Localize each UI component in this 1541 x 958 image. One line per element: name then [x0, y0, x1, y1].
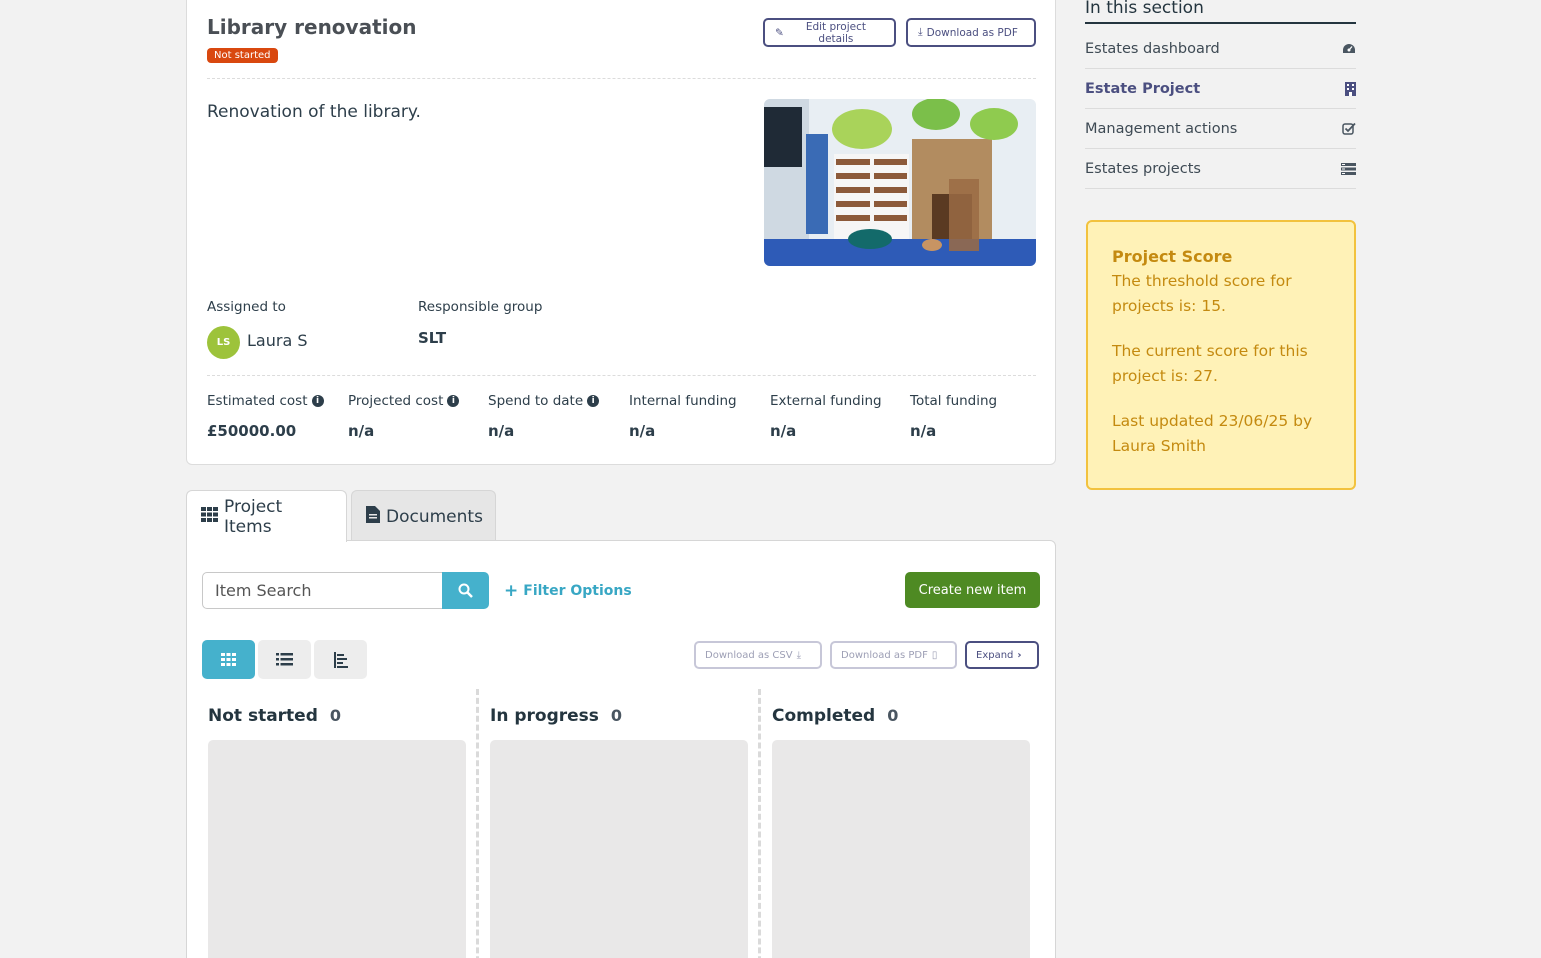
sidebar-item-management-actions[interactable]: Management actions — [1085, 109, 1356, 149]
responsible-group-value: SLT — [418, 329, 447, 347]
divider — [207, 375, 1036, 376]
sidebar-item-label: Management actions — [1085, 120, 1238, 137]
assignee-name: Laura S — [247, 331, 308, 350]
sidebar-item-estates-dashboard[interactable]: Estates dashboard — [1085, 29, 1356, 69]
estimated-cost-label: Estimated cost i — [207, 393, 324, 409]
column-header-completed: Completed 0 — [772, 706, 898, 726]
responsible-group-label: Responsible group — [418, 299, 543, 315]
plus-icon: + — [504, 581, 519, 601]
internal-funding-label: Internal funding — [629, 393, 737, 409]
checkbox-icon — [1342, 122, 1356, 135]
project-description: Renovation of the library. — [207, 102, 421, 122]
sidebar-item-estate-project[interactable]: Estate Project — [1085, 69, 1356, 109]
external-funding-value: n/a — [770, 422, 797, 440]
create-new-item-button[interactable]: Create new item — [905, 572, 1040, 608]
projected-cost-value: n/a — [348, 422, 375, 440]
project-items-panel: + Filter Options Create new item Downloa… — [186, 540, 1056, 958]
project-card: Library renovation Not started ✎ Edit pr… — [186, 0, 1056, 465]
divider — [207, 78, 1036, 79]
search-button[interactable] — [442, 572, 489, 609]
column-title: In progress — [490, 706, 599, 726]
external-funding-label: External funding — [770, 393, 882, 409]
edit-project-button[interactable]: ✎ Edit project details — [763, 18, 896, 47]
spend-to-date-value: n/a — [488, 422, 515, 440]
info-icon[interactable]: i — [447, 395, 460, 407]
gantt-icon — [333, 651, 348, 668]
estimated-cost-value: £50000.00 — [207, 422, 297, 440]
info-icon[interactable]: i — [311, 395, 324, 407]
column-title: Completed — [772, 706, 876, 726]
filter-options-button[interactable]: + Filter Options — [504, 581, 632, 601]
chevron-right-icon: › — [1017, 649, 1022, 661]
tab-label: Documents — [386, 506, 483, 527]
file-icon — [366, 505, 380, 528]
board-view-button[interactable] — [202, 640, 255, 679]
sidebar-item-label: Estates dashboard — [1085, 40, 1220, 57]
column-count: 0 — [887, 706, 899, 725]
current-score-text: The current score for this project is: 2… — [1112, 342, 1308, 385]
sidebar-item-estates-projects[interactable]: Estates projects — [1085, 149, 1356, 189]
download-csv-label: Download as CSV — [705, 649, 793, 661]
item-search-input[interactable] — [202, 572, 443, 609]
column-divider — [758, 689, 761, 958]
internal-funding-value: n/a — [629, 422, 656, 440]
list-icon — [276, 653, 293, 666]
pencil-icon: ✎ — [775, 26, 784, 39]
column-divider — [476, 689, 479, 958]
download-pdf-items-label: Download as PDF — [841, 649, 928, 661]
column-header-not-started: Not started 0 — [208, 706, 341, 726]
project-score-panel: Project Score The threshold score for pr… — [1086, 220, 1356, 490]
last-updated-text: Last updated 23/06/25 by Laura Smith — [1112, 412, 1313, 455]
avatar: LS — [207, 326, 240, 359]
project-score-title: Project Score — [1112, 247, 1233, 266]
assigned-to-label: Assigned to — [207, 299, 286, 315]
download-icon: ⤓ — [796, 649, 801, 661]
list-icon — [1341, 162, 1356, 175]
total-funding-value: n/a — [910, 422, 937, 440]
project-image — [764, 99, 1036, 266]
sidebar-item-label: Estates projects — [1085, 160, 1201, 177]
building-icon — [1345, 81, 1356, 96]
info-icon[interactable]: i — [587, 395, 600, 407]
section-nav-title: In this section — [1085, 0, 1204, 18]
column-title: Not started — [208, 706, 318, 726]
expand-button[interactable]: Expand › — [965, 641, 1039, 669]
column-header-in-progress: In progress 0 — [490, 706, 622, 726]
download-pdf-items-button[interactable]: Download as PDF ▯ — [830, 641, 957, 669]
timeline-view-button[interactable] — [314, 640, 367, 679]
projected-cost-label: Projected cost i — [348, 393, 460, 409]
edit-project-label: Edit project details — [805, 20, 866, 45]
grid-icon — [201, 506, 218, 527]
project-title: Library renovation — [207, 15, 417, 39]
column-dropzone-in-progress[interactable] — [490, 740, 748, 958]
tab-label: Project Items — [224, 496, 283, 537]
download-pdf-label: Download as PDF — [926, 26, 1018, 39]
search-icon — [458, 583, 473, 598]
download-icon: ⤓ — [918, 26, 923, 38]
column-dropzone-not-started[interactable] — [208, 740, 466, 958]
divider — [1085, 22, 1356, 24]
threshold-score-text: The threshold score for projects is: 15. — [1112, 272, 1292, 315]
column-count: 0 — [610, 706, 623, 725]
dashboard-icon — [1343, 43, 1355, 53]
spend-to-date-label: Spend to date i — [488, 393, 600, 409]
filter-options-label: Filter Options — [523, 583, 632, 599]
tab-project-items[interactable]: Project Items — [186, 490, 347, 542]
sidebar-item-label: Estate Project — [1085, 80, 1201, 97]
total-funding-label: Total funding — [910, 393, 998, 409]
download-pdf-button[interactable]: ⤓ Download as PDF — [906, 18, 1036, 47]
column-dropzone-completed[interactable] — [772, 740, 1030, 958]
grid-icon — [221, 653, 236, 666]
download-csv-button[interactable]: Download as CSV ⤓ — [694, 641, 822, 669]
column-count: 0 — [329, 706, 342, 725]
pdf-file-icon: ▯ — [931, 649, 938, 661]
list-view-button[interactable] — [258, 640, 311, 679]
expand-label: Expand — [976, 649, 1014, 661]
tab-documents[interactable]: Documents — [351, 490, 496, 542]
status-badge: Not started — [207, 48, 278, 63]
